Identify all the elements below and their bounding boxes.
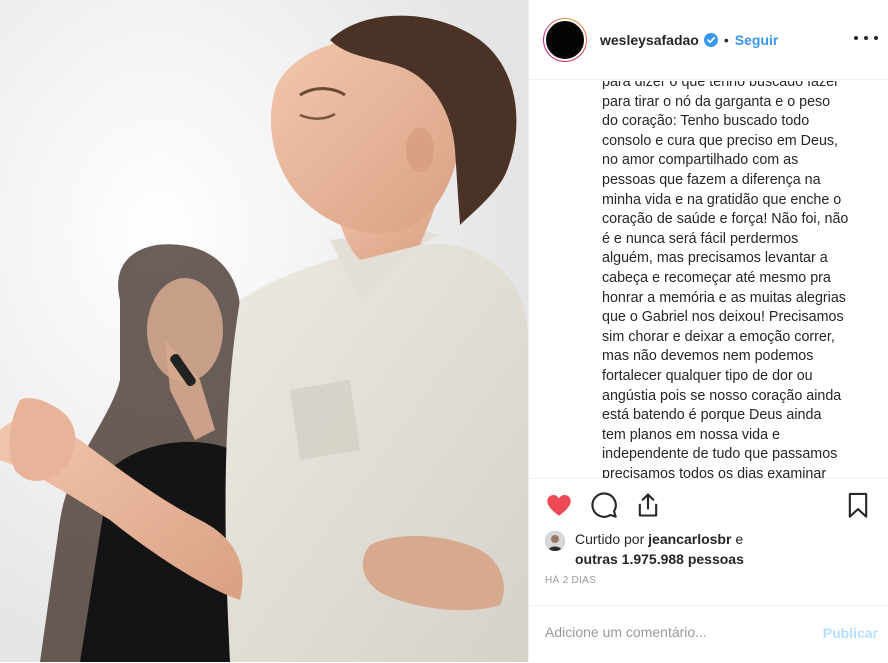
share-icon[interactable] — [634, 491, 662, 519]
caption-scroll-area[interactable]: para dizer o que tenho buscado fazer par… — [602, 81, 878, 478]
verified-badge-icon — [703, 32, 718, 47]
follow-button[interactable]: Seguir — [735, 32, 779, 48]
photo-illustration — [0, 0, 528, 662]
likes-text: Curtido por jeancarlosbr e outras 1.975.… — [575, 529, 744, 569]
caption-text: para dizer o que tenho buscado fazer par… — [602, 81, 849, 478]
avatar[interactable] — [543, 17, 587, 62]
comment-icon[interactable] — [590, 491, 618, 519]
post-side-panel: wesleysafadao • Seguir para dizer o que … — [528, 0, 888, 662]
username-link[interactable]: wesleysafadao — [600, 32, 699, 48]
likes-prefix: Curtido por — [575, 531, 645, 547]
header-separator: • — [723, 31, 729, 48]
likes-summary: Curtido por jeancarlosbr e outras 1.975.… — [545, 529, 744, 569]
more-options-icon[interactable] — [854, 28, 878, 48]
post-photo[interactable] — [0, 0, 528, 662]
avatar-image — [544, 18, 586, 61]
liker-avatar[interactable] — [545, 531, 565, 551]
likes-conjunction: e — [735, 531, 744, 547]
comment-bar: Publicar — [529, 605, 888, 663]
heart-filled-icon[interactable] — [545, 491, 573, 519]
post-header: wesleysafadao • Seguir — [529, 0, 888, 80]
likes-others-link[interactable]: outras 1.975.988 pessoas — [575, 551, 744, 567]
liker-username-link[interactable]: jeancarlosbr — [648, 531, 731, 547]
publish-button[interactable]: Publicar — [823, 625, 878, 641]
post-timestamp[interactable]: HÁ 2 DIAS — [545, 575, 596, 586]
comment-input[interactable] — [545, 624, 795, 640]
bookmark-icon[interactable] — [844, 491, 872, 519]
instagram-post: wesleysafadao • Seguir para dizer o que … — [0, 0, 888, 662]
